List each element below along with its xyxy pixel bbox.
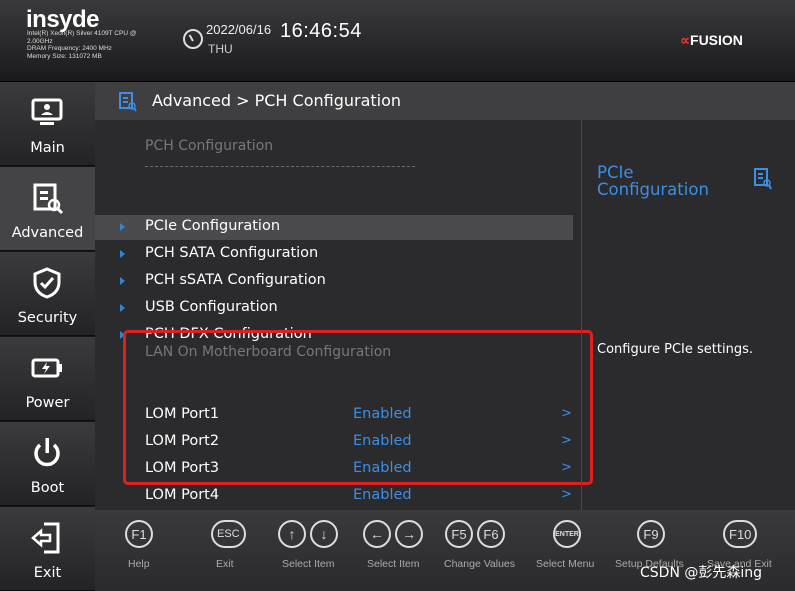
select-menu-label: Select Menu bbox=[536, 558, 595, 570]
advanced-icon bbox=[119, 92, 137, 112]
chevron-right-icon: > bbox=[561, 487, 572, 502]
sidebar: Main Advanced Security Power Boot Exit bbox=[0, 82, 95, 591]
arrow-left-icon: ← bbox=[363, 520, 391, 548]
menu-item-pch-sata-configuration[interactable]: PCH SATA Configuration bbox=[95, 242, 573, 267]
battery-icon bbox=[31, 358, 62, 378]
arrow-right-icon: → bbox=[395, 520, 423, 548]
sidebar-item-label: Boot bbox=[30, 480, 65, 496]
setting-label: LOM Port2 bbox=[145, 433, 220, 449]
bullet-icon bbox=[120, 277, 125, 285]
setting-value[interactable]: Enabled bbox=[353, 460, 412, 476]
menu-item-label: USB Configuration bbox=[145, 299, 278, 315]
sidebar-item-label: Main bbox=[30, 140, 65, 156]
f1-key[interactable]: F1 bbox=[125, 520, 153, 548]
menu-item-label: PCIe Configuration bbox=[145, 218, 281, 234]
select-item-label: Select Item bbox=[282, 558, 335, 570]
key-cap: F5 bbox=[445, 520, 473, 548]
dram-frequency: DRAM Frequency: 2400 MHz bbox=[27, 45, 112, 52]
arrow-up-icon: ↑ bbox=[278, 520, 306, 548]
advanced-icon bbox=[33, 183, 64, 215]
left-right-keys[interactable]: ← → bbox=[363, 520, 423, 548]
sidebar-item-exit[interactable]: Exit bbox=[0, 507, 95, 591]
bullet-icon bbox=[120, 304, 125, 312]
system-info: Intel(R) Xeon(R) Silver 4109T CPU @ 2.00… bbox=[27, 30, 167, 60]
breadcrumb: Advanced > PCH Configuration bbox=[152, 91, 402, 110]
key-cap: F10 bbox=[723, 520, 758, 548]
main-panel: Advanced > PCH Configuration PCH Configu… bbox=[95, 82, 795, 510]
menu-item-pch-ssata-configuration[interactable]: PCH sSATA Configuration bbox=[95, 269, 573, 294]
header-bar: insyde Intel(R) Xeon(R) Silver 4109T CPU… bbox=[0, 0, 795, 82]
key-cap: F6 bbox=[477, 520, 505, 548]
setting-value[interactable]: Enabled bbox=[353, 433, 412, 449]
lom-section-title: LAN On Motherboard Configuration bbox=[145, 344, 392, 360]
lom-port2-setting[interactable]: LOM Port2 Enabled > bbox=[95, 431, 581, 455]
cpu-info: Intel(R) Xeon(R) Silver 4109T CPU @ bbox=[27, 30, 137, 37]
section-title: PCH Configuration bbox=[145, 138, 274, 154]
f9-key[interactable]: F9 bbox=[637, 520, 665, 548]
arrow-down-icon: ↓ bbox=[310, 520, 338, 548]
chevron-right-icon: > bbox=[561, 433, 572, 448]
monitor-icon bbox=[31, 98, 63, 125]
exit-key-label: Exit bbox=[216, 558, 234, 570]
help-title: PCIe Configuration bbox=[597, 163, 709, 199]
menu-item-label: PCH sSATA Configuration bbox=[145, 272, 326, 288]
memory-size: Memory Size: 131072 MB bbox=[27, 52, 102, 60]
sidebar-item-boot[interactable]: Boot bbox=[0, 422, 95, 506]
setting-value[interactable]: Enabled bbox=[353, 406, 412, 422]
help-panel: PCIe Configuration Configure PCIe settin… bbox=[581, 120, 795, 510]
exit-icon bbox=[31, 522, 60, 554]
cpu-freq: 2.00GHz bbox=[27, 37, 53, 45]
sidebar-item-main[interactable]: Main bbox=[0, 82, 95, 166]
clock-icon bbox=[183, 29, 203, 49]
lom-port1-setting[interactable]: LOM Port1 Enabled > bbox=[95, 404, 581, 428]
sidebar-item-security[interactable]: Security bbox=[0, 252, 95, 336]
lom-port3-setting[interactable]: LOM Port3 Enabled > bbox=[95, 458, 581, 482]
key-cap: ENTER bbox=[553, 520, 581, 548]
menu-item-usb-configuration[interactable]: USB Configuration bbox=[95, 296, 573, 321]
key-cap: ESC bbox=[211, 520, 246, 548]
sidebar-item-power[interactable]: Power bbox=[0, 337, 95, 421]
select-item-label: Select Item bbox=[367, 558, 420, 570]
sidebar-item-label: Security bbox=[17, 310, 78, 326]
f5-f6-keys[interactable]: F5 F6 bbox=[445, 520, 505, 548]
xfusion-logo: ∝FUSION bbox=[680, 32, 743, 48]
lom-port4-setting[interactable]: LOM Port4 Enabled > bbox=[95, 485, 581, 509]
key-cap: F9 bbox=[637, 520, 665, 548]
chevron-right-icon: > bbox=[561, 406, 572, 421]
sidebar-item-label: Power bbox=[25, 395, 70, 411]
menu-item-label: PCH SATA Configuration bbox=[145, 245, 319, 261]
weekday-display: THU bbox=[208, 42, 233, 56]
bullet-icon bbox=[120, 250, 125, 258]
up-down-keys[interactable]: ↑ ↓ bbox=[278, 520, 338, 548]
enter-key[interactable]: ENTER bbox=[553, 520, 581, 548]
help-text: Configure PCIe settings. bbox=[597, 342, 753, 357]
advanced-icon bbox=[754, 168, 772, 190]
help-key-label: Help bbox=[128, 558, 150, 570]
chevron-right-icon: > bbox=[561, 460, 572, 475]
watermark: CSDN @彭先森ing bbox=[640, 565, 763, 581]
divider bbox=[145, 166, 415, 167]
date-display: 2022/06/16 bbox=[206, 22, 272, 37]
power-icon bbox=[34, 438, 60, 467]
time-display: 16:46:54 bbox=[280, 20, 362, 42]
page-title-bar: Advanced > PCH Configuration bbox=[95, 82, 795, 120]
esc-key[interactable]: ESC bbox=[211, 520, 246, 548]
setting-label: LOM Port3 bbox=[145, 460, 220, 476]
sidebar-item-label: Advanced bbox=[11, 225, 84, 241]
key-cap: F1 bbox=[125, 520, 153, 548]
f10-key[interactable]: F10 bbox=[723, 520, 758, 548]
setting-label: LOM Port4 bbox=[145, 487, 220, 503]
sidebar-item-label: Exit bbox=[33, 565, 62, 581]
menu-item-pcie-configuration[interactable]: PCIe Configuration bbox=[95, 215, 573, 240]
bullet-icon bbox=[120, 223, 125, 231]
change-values-label: Change Values bbox=[444, 558, 516, 570]
shield-icon bbox=[33, 267, 61, 299]
setting-value[interactable]: Enabled bbox=[353, 487, 412, 503]
setting-label: LOM Port1 bbox=[145, 406, 220, 422]
sidebar-item-advanced[interactable]: Advanced bbox=[0, 167, 95, 251]
